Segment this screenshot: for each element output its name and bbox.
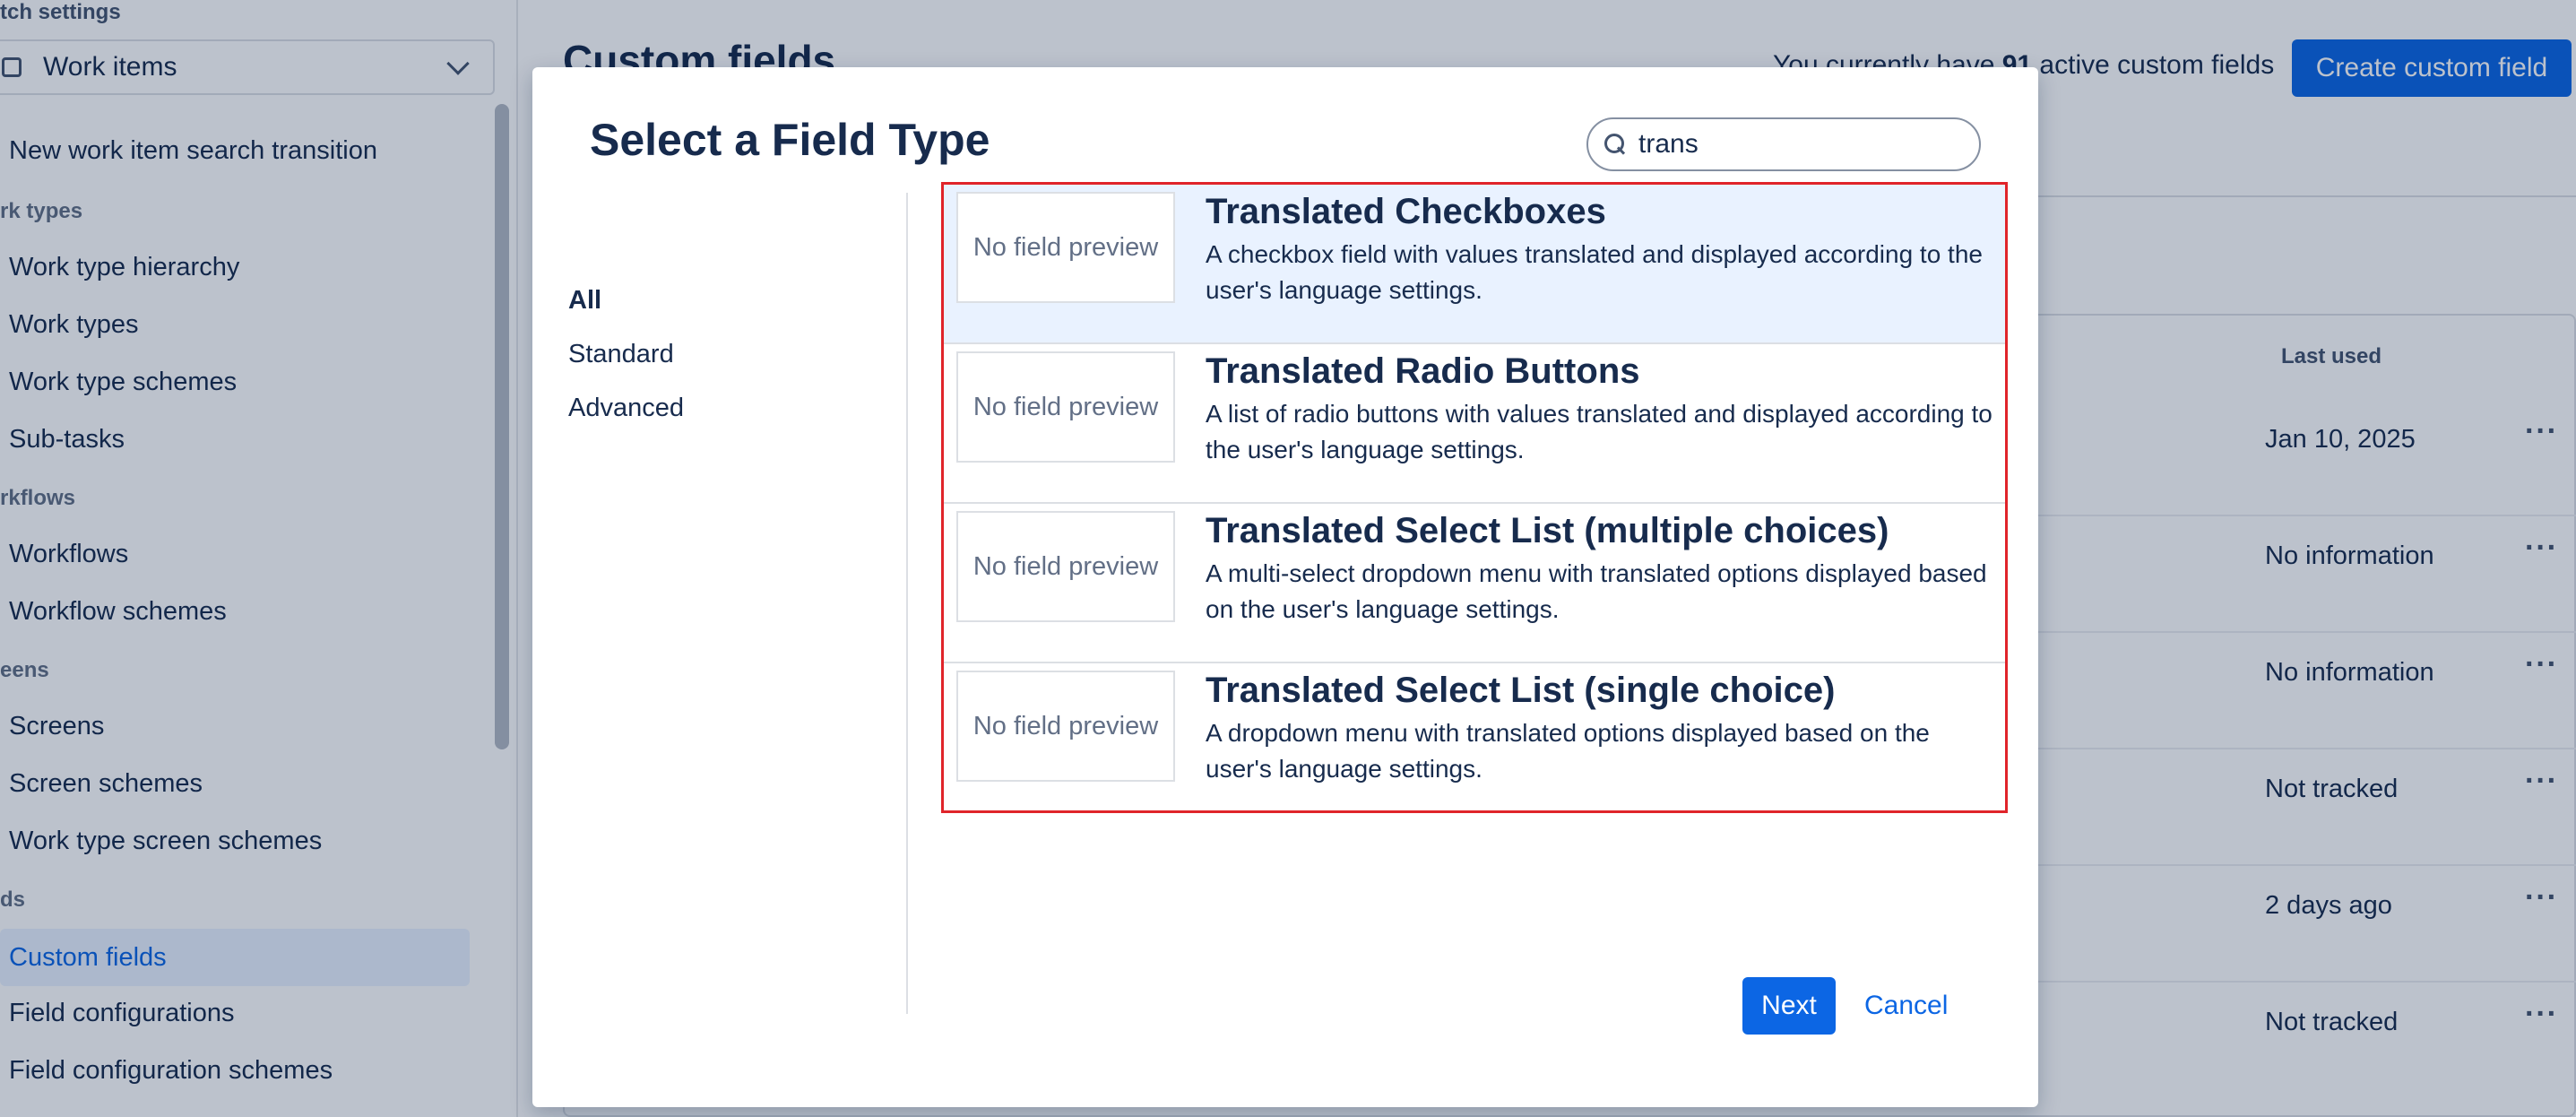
cancel-button[interactable]: Cancel xyxy=(1864,977,1948,1035)
field-type-option[interactable]: No field preview Translated Checkboxes A c… xyxy=(944,185,2005,344)
field-type-name: Translated Select List (multiple choices… xyxy=(1206,511,1889,550)
field-type-results: No field preview Translated Checkboxes A c… xyxy=(941,182,2008,813)
search-box[interactable] xyxy=(1586,117,1981,171)
field-preview-placeholder: No field preview xyxy=(956,192,1175,303)
field-type-description: A checkbox field with values translated … xyxy=(1206,240,1983,304)
field-preview-placeholder: No field preview xyxy=(956,671,1175,782)
field-type-description: A list of radio buttons with values tran… xyxy=(1206,400,1993,463)
field-type-name: Translated Checkboxes xyxy=(1206,192,1606,231)
dialog-title: Select a Field Type xyxy=(590,115,990,165)
search-icon xyxy=(1604,134,1626,155)
field-type-option[interactable]: No field preview Translated Select List (… xyxy=(944,663,2005,823)
field-type-name: Translated Radio Buttons xyxy=(1206,351,1640,391)
next-button[interactable]: Next xyxy=(1742,977,1836,1035)
search-input[interactable] xyxy=(1638,129,1961,160)
field-preview-placeholder: No field preview xyxy=(956,511,1175,622)
field-preview-placeholder: No field preview xyxy=(956,351,1175,463)
select-field-type-dialog: Select a Field Type AllStandardAdvanced … xyxy=(532,67,2038,1107)
vertical-divider xyxy=(906,193,908,1014)
field-type-option[interactable]: No field preview Translated Radio Buttons… xyxy=(944,344,2005,504)
field-type-name: Translated Select List (single choice) xyxy=(1206,671,1836,710)
field-type-description: A multi-select dropdown menu with transl… xyxy=(1206,559,1987,623)
category-all[interactable]: All xyxy=(568,286,601,316)
category-standard[interactable]: Standard xyxy=(568,340,674,369)
field-type-description: A dropdown menu with translated options … xyxy=(1206,719,1930,783)
category-advanced[interactable]: Advanced xyxy=(568,394,684,423)
field-type-option[interactable]: No field preview Translated Select List (… xyxy=(944,504,2005,663)
